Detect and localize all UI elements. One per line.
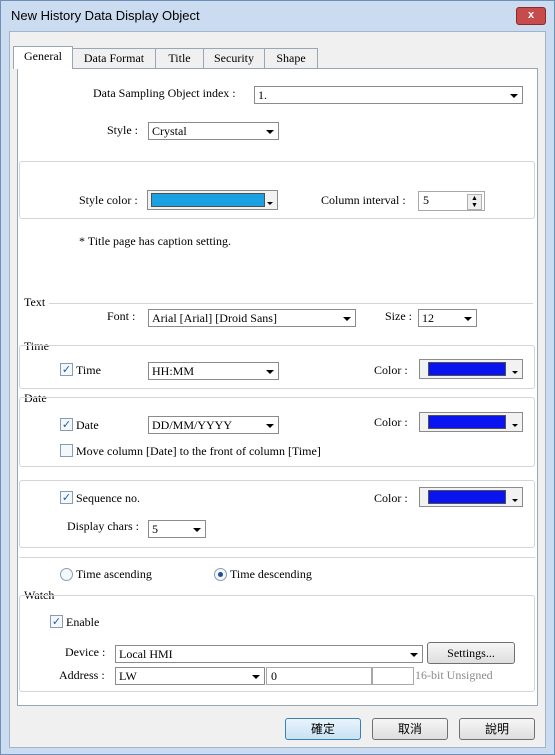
display-chars-select[interactable]: 5	[148, 520, 206, 538]
dialog-window: New History Data Display Object x Genera…	[0, 0, 555, 755]
title-note: * Title page has caption setting.	[79, 234, 231, 248]
style-label: Style :	[107, 123, 139, 137]
chevron-down-icon	[343, 317, 351, 321]
address-type-select[interactable]: LW	[115, 667, 265, 685]
address-input[interactable]: 0	[266, 667, 372, 685]
spin-updown-icon[interactable]: ▲ ▼	[467, 194, 482, 210]
sequence-checkbox[interactable]: ✓	[60, 491, 73, 504]
chevron-down-icon	[512, 371, 518, 374]
font-select[interactable]: Arial [Arial] [Droid Sans]	[148, 309, 356, 327]
size-select[interactable]: 12	[418, 309, 477, 327]
cancel-button[interactable]: 取消	[372, 718, 448, 740]
device-value: Local HMI	[119, 647, 173, 661]
tab-title[interactable]: Title	[155, 48, 204, 69]
window-title: New History Data Display Object	[11, 8, 200, 23]
time-ascending-radio[interactable]	[60, 568, 73, 581]
address-extra-input[interactable]	[372, 667, 414, 685]
font-value: Arial [Arial] [Droid Sans]	[152, 311, 277, 325]
chevron-down-icon	[512, 499, 518, 502]
address-type-value: LW	[119, 669, 137, 683]
device-label: Device :	[65, 645, 106, 659]
chevron-down-icon	[193, 528, 201, 532]
time-descending-radio[interactable]	[214, 568, 227, 581]
sequence-color-picker[interactable]	[419, 487, 523, 507]
date-format-select[interactable]: DD/MM/YYYY	[148, 416, 279, 434]
time-checkbox[interactable]: ✓	[60, 363, 73, 376]
time-descending-label: Time descending	[230, 567, 312, 581]
style-color-picker[interactable]	[147, 190, 278, 210]
chevron-down-icon	[510, 94, 518, 98]
size-label: Size :	[385, 309, 412, 323]
watch-enable-checkbox[interactable]: ✓	[50, 615, 63, 628]
time-checkbox-label: Time	[76, 363, 101, 377]
watch-enable-label: Enable	[66, 615, 100, 629]
style-color-swatch	[151, 193, 265, 207]
style-value: Crystal	[152, 124, 187, 138]
time-color-label: Color :	[374, 363, 408, 377]
display-chars-value: 5	[152, 522, 158, 536]
chevron-down-icon	[266, 424, 274, 428]
data-type-label: 16-bit Unsigned	[415, 668, 493, 682]
tab-data-format[interactable]: Data Format	[72, 48, 156, 69]
divider	[49, 303, 533, 304]
column-interval-label: Column interval :	[321, 193, 406, 207]
style-select[interactable]: Crystal	[148, 122, 279, 140]
divider	[19, 557, 535, 558]
sequence-checkbox-label: Sequence no.	[76, 491, 140, 505]
title-bar[interactable]: New History Data Display Object x	[1, 1, 554, 31]
chevron-down-icon	[266, 370, 274, 374]
sequence-color-label: Color :	[374, 491, 408, 505]
time-format-value: HH:MM	[152, 364, 195, 378]
time-color-swatch	[428, 362, 506, 376]
time-color-picker[interactable]	[419, 359, 523, 379]
tab-shape[interactable]: Shape	[264, 48, 318, 69]
text-group-label: Text	[24, 295, 46, 309]
settings-button[interactable]: Settings...	[427, 642, 515, 664]
close-icon: x	[527, 9, 535, 21]
tab-security[interactable]: Security	[203, 48, 265, 69]
address-label: Address :	[59, 668, 105, 682]
move-date-checkbox[interactable]	[60, 444, 73, 457]
sampling-value: 1.	[258, 88, 267, 102]
date-color-swatch	[428, 415, 506, 429]
date-format-value: DD/MM/YYYY	[152, 418, 233, 432]
chevron-down-icon	[410, 653, 418, 657]
chevron-down-icon	[266, 130, 274, 134]
date-color-picker[interactable]	[419, 412, 523, 432]
sequence-color-swatch	[428, 490, 506, 504]
column-interval-value: 5	[423, 193, 429, 207]
radio-selected-dot	[218, 572, 223, 577]
date-checkbox[interactable]: ✓	[60, 418, 73, 431]
date-checkbox-label: Date	[76, 418, 99, 432]
size-value: 12	[422, 311, 434, 325]
address-value: 0	[271, 669, 277, 683]
chevron-down-icon	[267, 202, 273, 205]
chevron-down-icon	[464, 317, 472, 321]
help-button[interactable]: 說明	[459, 718, 535, 740]
time-ascending-label: Time ascending	[76, 567, 152, 581]
style-color-label: Style color :	[79, 193, 138, 207]
chevron-down-icon	[252, 675, 260, 679]
font-label: Font :	[107, 309, 136, 323]
date-color-label: Color :	[374, 415, 408, 429]
tab-general[interactable]: General	[13, 46, 73, 69]
move-date-label: Move column [Date] to the front of colum…	[76, 444, 321, 458]
time-format-select[interactable]: HH:MM	[148, 362, 279, 380]
display-chars-label: Display chars :	[67, 519, 139, 533]
sampling-label: Data Sampling Object index :	[93, 86, 236, 100]
sampling-object-select[interactable]: 1.	[254, 86, 523, 104]
device-select[interactable]: Local HMI	[115, 645, 423, 663]
column-interval-field[interactable]: 5 ▲ ▼	[418, 191, 485, 211]
close-button[interactable]: x	[516, 7, 546, 25]
ok-button[interactable]: 確定	[285, 718, 361, 740]
chevron-down-icon	[512, 424, 518, 427]
